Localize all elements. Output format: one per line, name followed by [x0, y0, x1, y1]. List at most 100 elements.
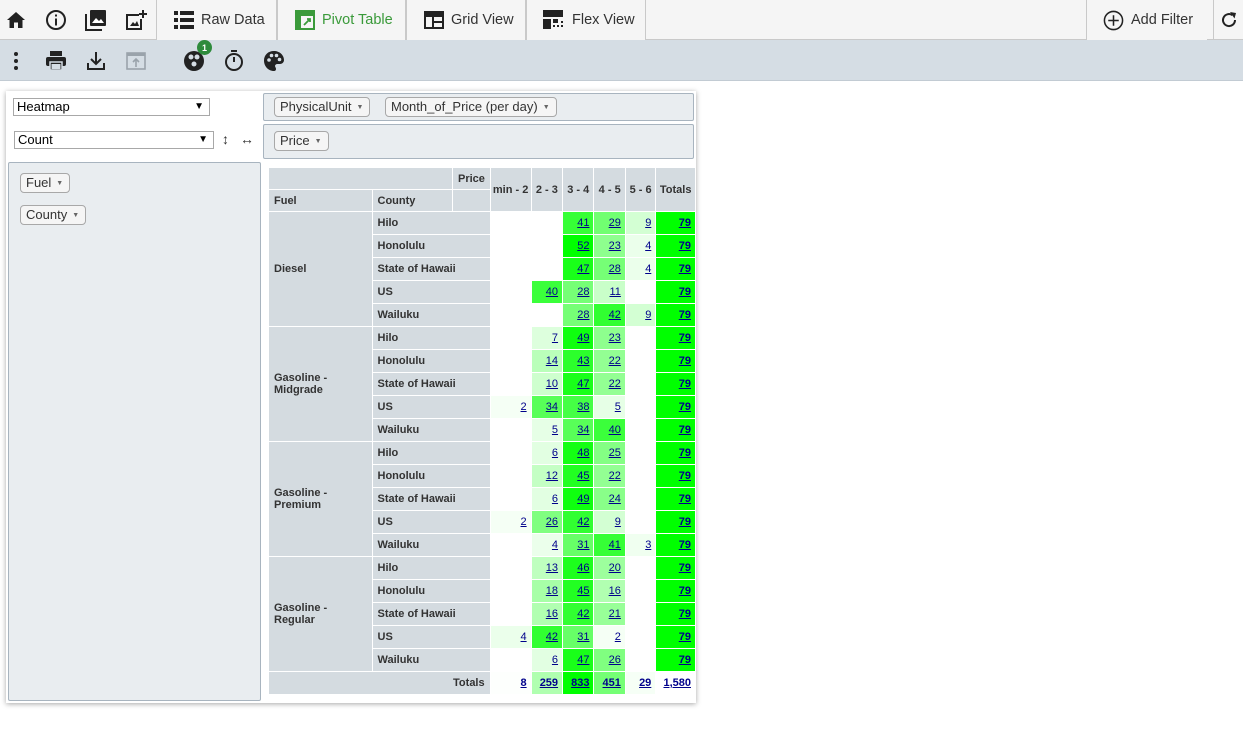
cell-link[interactable]: 20: [609, 562, 621, 574]
print-icon[interactable]: [44, 49, 68, 73]
add-filter-button[interactable]: Add Filter: [1086, 0, 1207, 40]
cell-link[interactable]: 22: [609, 378, 621, 390]
cell-link[interactable]: 5: [552, 424, 558, 436]
value-field-price[interactable]: Price ▼: [274, 131, 329, 151]
cell-link[interactable]: 41: [577, 217, 589, 229]
cell-link[interactable]: 12: [546, 470, 558, 482]
cell-link[interactable]: 28: [577, 309, 589, 321]
cell-link[interactable]: 9: [615, 516, 621, 528]
cell-link[interactable]: 34: [577, 424, 589, 436]
timer-icon[interactable]: [222, 49, 246, 73]
cell-link[interactable]: 34: [546, 401, 558, 413]
row-field-county[interactable]: County ▼: [20, 205, 87, 225]
cell-link[interactable]: 45: [577, 470, 589, 482]
cell-link[interactable]: 4: [645, 263, 651, 275]
cell-link[interactable]: 31: [577, 631, 589, 643]
cell-link[interactable]: 4: [521, 631, 527, 643]
cell-link[interactable]: 2: [615, 631, 621, 643]
cell-link[interactable]: 52: [577, 240, 589, 252]
cell-link[interactable]: 4: [645, 240, 651, 252]
cell-link[interactable]: 26: [609, 654, 621, 666]
cell-link[interactable]: 40: [546, 286, 558, 298]
cell-link[interactable]: 47: [577, 654, 589, 666]
aggregator-select[interactable]: Count ▼: [14, 131, 214, 149]
home-icon[interactable]: [4, 8, 28, 32]
row-order-icon[interactable]: ↕: [222, 131, 229, 147]
cell-link[interactable]: 41: [609, 539, 621, 551]
cell-link[interactable]: 45: [577, 585, 589, 597]
cell-link[interactable]: 28: [609, 263, 621, 275]
cell-link[interactable]: 9: [645, 309, 651, 321]
tab-flex-view[interactable]: Flex View: [526, 0, 646, 40]
cell-link[interactable]: 4: [552, 539, 558, 551]
download-icon[interactable]: [84, 49, 108, 73]
cell-link[interactable]: 43: [577, 355, 589, 367]
cell-link[interactable]: 79: [679, 309, 691, 321]
cell-link[interactable]: 14: [546, 355, 558, 367]
cell-link[interactable]: 3: [645, 539, 651, 551]
cell-link[interactable]: 29: [609, 217, 621, 229]
cell-link[interactable]: 11: [609, 286, 620, 298]
fields-icon[interactable]: 1: [182, 40, 212, 73]
cell-link[interactable]: 2: [521, 401, 527, 413]
gallery-icon[interactable]: [84, 8, 108, 32]
cell-link[interactable]: 16: [609, 585, 621, 597]
cell-link[interactable]: 5: [615, 401, 621, 413]
cell-link[interactable]: 29: [639, 677, 651, 689]
cell-link[interactable]: 79: [679, 217, 691, 229]
cell-link[interactable]: 47: [577, 263, 589, 275]
cell-link[interactable]: 42: [577, 516, 589, 528]
cell-link[interactable]: 79: [679, 240, 691, 252]
cell-link[interactable]: 79: [679, 631, 691, 643]
info-icon[interactable]: [44, 8, 68, 32]
cell-link[interactable]: 42: [577, 608, 589, 620]
cell-link[interactable]: 9: [645, 217, 651, 229]
cell-link[interactable]: 24: [609, 493, 621, 505]
palette-icon[interactable]: [262, 49, 286, 73]
cell-link[interactable]: 1,580: [663, 677, 691, 689]
cell-link[interactable]: 26: [546, 516, 558, 528]
cell-link[interactable]: 833: [571, 677, 589, 689]
cell-link[interactable]: 16: [546, 608, 558, 620]
tab-pivot-table[interactable]: Pivot Table: [277, 0, 406, 40]
cell-link[interactable]: 25: [609, 447, 621, 459]
renderer-select[interactable]: Heatmap ▼: [13, 98, 210, 116]
cell-link[interactable]: 79: [679, 424, 691, 436]
cell-link[interactable]: 79: [679, 585, 691, 597]
refresh-icon[interactable]: [1213, 0, 1243, 40]
cell-link[interactable]: 79: [679, 493, 691, 505]
cell-link[interactable]: 79: [679, 401, 691, 413]
cell-link[interactable]: 6: [552, 493, 558, 505]
cell-link[interactable]: 42: [609, 309, 621, 321]
cell-link[interactable]: 2: [521, 516, 527, 528]
cell-link[interactable]: 10: [546, 378, 558, 390]
cell-link[interactable]: 259: [540, 677, 558, 689]
cell-link[interactable]: 46: [577, 562, 589, 574]
cell-link[interactable]: 40: [609, 424, 621, 436]
cell-link[interactable]: 22: [609, 470, 621, 482]
column-field-physicalunit[interactable]: PhysicalUnit ▼: [274, 97, 371, 117]
cell-link[interactable]: 79: [679, 516, 691, 528]
cell-link[interactable]: 79: [679, 654, 691, 666]
cell-link[interactable]: 49: [577, 493, 589, 505]
cell-link[interactable]: 23: [609, 240, 621, 252]
cell-link[interactable]: 7: [552, 332, 558, 344]
cell-link[interactable]: 13: [546, 562, 558, 574]
tab-grid-view[interactable]: Grid View: [406, 0, 526, 40]
cell-link[interactable]: 79: [679, 263, 691, 275]
cell-link[interactable]: 22: [609, 355, 621, 367]
cell-link[interactable]: 79: [679, 447, 691, 459]
tab-raw-data[interactable]: Raw Data: [156, 0, 277, 40]
cell-link[interactable]: 21: [609, 608, 621, 620]
cell-link[interactable]: 47: [577, 378, 589, 390]
cell-link[interactable]: 38: [577, 401, 589, 413]
cell-link[interactable]: 42: [546, 631, 558, 643]
cell-link[interactable]: 79: [679, 470, 691, 482]
cell-link[interactable]: 6: [552, 654, 558, 666]
cell-link[interactable]: 18: [546, 585, 558, 597]
cell-link[interactable]: 79: [679, 562, 691, 574]
cell-link[interactable]: 31: [577, 539, 589, 551]
cell-link[interactable]: 79: [679, 355, 691, 367]
cell-link[interactable]: 49: [577, 332, 589, 344]
column-field-month-of-price[interactable]: Month_of_Price (per day) ▼: [385, 97, 557, 117]
